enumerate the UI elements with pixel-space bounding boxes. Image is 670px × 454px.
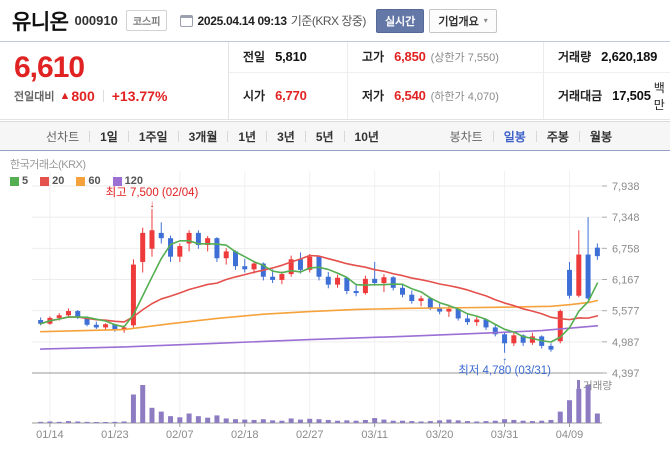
info-cell-trade-value: 거래대금 17,505 백만	[543, 72, 670, 119]
svg-text:03/31: 03/31	[491, 429, 519, 441]
svg-text:01/14: 01/14	[36, 429, 64, 441]
svg-text:6,167: 6,167	[612, 275, 640, 287]
svg-text:03/20: 03/20	[426, 429, 454, 441]
ma20-color-swatch	[40, 176, 50, 186]
info-cell-prev-close: 전일 5,810	[229, 42, 347, 73]
svg-text:최저 4,780 (03/31): 최저 4,780 (03/31)	[458, 364, 551, 377]
ma60-color-swatch	[76, 176, 86, 186]
change-percent: +13.77%	[111, 88, 168, 104]
tab-5year[interactable]: 5년	[316, 128, 334, 145]
svg-text:6,758: 6,758	[612, 243, 640, 255]
quote-section: 6,610 전일대비 ▲ 800 +13.77% 전일 5,810 고가 6,8…	[0, 42, 670, 120]
chevron-down-icon: ▾	[483, 16, 488, 25]
svg-text:03/11: 03/11	[361, 429, 388, 441]
svg-text:02/07: 02/07	[166, 429, 194, 441]
quote-info-grid: 전일 5,810 고가 6,850 (상한가 7,550) 거래량 2,620,…	[228, 42, 670, 119]
svg-text:거래량: 거래량	[583, 380, 612, 392]
stock-code: 000910	[74, 13, 118, 28]
current-price: 6,610	[14, 51, 85, 84]
divider	[102, 90, 104, 102]
info-cell-volume: 거래량 2,620,189	[543, 42, 670, 73]
svg-text:02/18: 02/18	[231, 429, 259, 441]
realtime-button[interactable]: 실시간	[375, 8, 425, 33]
header: 유니온 000910 코스피 2025.04.14 09:13 기준(KRX 장…	[0, 0, 670, 42]
price-change-row: 전일대비 ▲ 800 +13.77%	[14, 88, 228, 104]
market-badge: 코스피	[125, 10, 168, 31]
tab-1year[interactable]: 1년	[238, 128, 256, 145]
ma-legend: 5 20 60 120	[10, 175, 155, 187]
tab-1day[interactable]: 1일	[100, 128, 118, 145]
tab-3month[interactable]: 3개월	[189, 128, 218, 145]
tab-monthly[interactable]: 월봉	[590, 128, 612, 145]
svg-text:최고 7,500 (02/04): 최고 7,500 (02/04)	[106, 186, 199, 199]
tab-10year[interactable]: 10년	[355, 128, 379, 145]
grid-layer	[32, 171, 602, 424]
company-overview-label: 기업개요	[438, 15, 479, 28]
tab-3year[interactable]: 3년	[277, 128, 295, 145]
change-value: 800	[71, 88, 95, 104]
ma5-color-swatch	[10, 176, 19, 186]
tab-1week[interactable]: 1주일	[139, 128, 168, 145]
calendar-icon	[180, 14, 194, 27]
volume-bars-layer	[38, 385, 600, 423]
svg-text:7,348: 7,348	[612, 212, 640, 224]
stock-detail-page: 유니온 000910 코스피 2025.04.14 09:13 기준(KRX 장…	[0, 0, 670, 454]
candlestick-chart-canvas[interactable]: 01/14 01/23 02/07 02/18 02/27 03/11 03/20 03/31…	[0, 151, 670, 453]
change-label: 전일대비	[14, 91, 55, 103]
data-source-label: 한국거래소(KRX)	[10, 159, 86, 171]
tab-daily[interactable]: 일봉	[504, 128, 526, 145]
tab-weekly[interactable]: 주봉	[547, 128, 569, 145]
company-overview-button[interactable]: 기업개요 ▾	[429, 8, 497, 33]
svg-text:4,397: 4,397	[612, 368, 640, 380]
quote-datetime: 2025.04.14 09:13 기준(KRX 장중)	[180, 12, 367, 29]
candle-chart-group-label: 봉차트	[449, 129, 483, 144]
info-cell-high: 고가 6,850 (상한가 7,550)	[347, 42, 543, 73]
quote-timestamp-suffix: 기준(KRX 장중)	[290, 14, 367, 28]
up-arrow-icon: ▲	[59, 90, 71, 102]
info-cell-open: 시가 6,770	[243, 88, 307, 104]
ma5-label: 5	[22, 175, 29, 187]
svg-text:4,987: 4,987	[612, 337, 640, 349]
line-chart-group-label: 선차트	[46, 129, 80, 144]
svg-text:04/09: 04/09	[556, 429, 584, 441]
ma120-label: 120	[124, 175, 143, 187]
svg-text:7,938: 7,938	[612, 181, 640, 193]
chart-area: 한국거래소(KRX) 5 20 60 120 01/14 01/23 02/07 02…	[0, 151, 670, 453]
svg-text:5,577: 5,577	[612, 306, 640, 318]
price-box: 6,610 전일대비 ▲ 800 +13.77%	[0, 42, 228, 119]
svg-text:↓: ↓	[149, 199, 154, 210]
chart-legend: 한국거래소(KRX) 5 20 60 120	[10, 156, 155, 187]
svg-text:01/23: 01/23	[101, 429, 129, 441]
ma60-label: 60	[88, 175, 101, 187]
info-cell-low: 저가 6,540 (하한가 4,070)	[347, 72, 543, 119]
svg-text:02/27: 02/27	[296, 429, 324, 441]
quote-timestamp: 2025.04.14 09:13	[197, 13, 287, 28]
stock-name: 유니온	[12, 10, 69, 34]
ma120-color-swatch	[112, 176, 122, 186]
ma20-label: 20	[52, 175, 65, 187]
chart-tab-bar: 선차트 1일 1주일 3개월 1년 3년 5년 10년 봉차트 일봉 주봉 월봉	[0, 121, 670, 151]
